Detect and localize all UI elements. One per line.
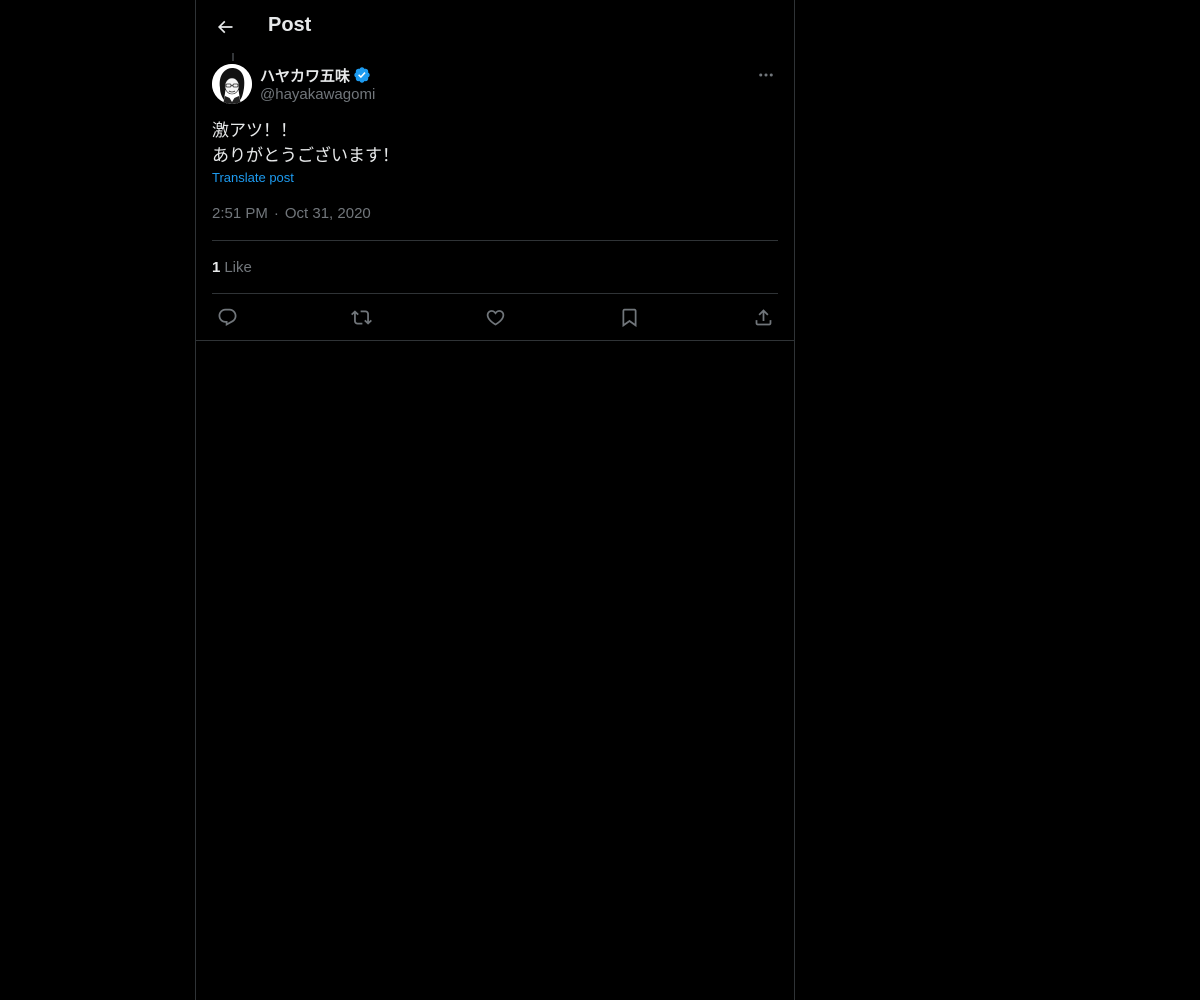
divider [212,240,778,241]
repost-icon [350,309,372,325]
author-display-name[interactable]: ハヤカワ五味 [260,65,350,86]
like-button[interactable] [482,304,508,330]
post-stats[interactable]: 1 Like [212,259,252,276]
avatar[interactable] [212,64,252,104]
page-title: Post [268,14,312,36]
post-header: Post [196,0,794,53]
verified-badge-icon[interactable] [353,66,371,84]
post-actions-bar [212,304,778,330]
likes-label: Like [224,259,252,276]
author-name-row: ハヤカワ五味 [260,64,375,86]
post-bottom-border [196,340,794,341]
back-button[interactable] [208,10,242,44]
post-time: 2:51 PM [212,205,268,222]
author-handle[interactable]: @hayakawagomi [260,86,375,103]
post-timestamp[interactable]: 2:51 PM · Oct 31, 2020 [212,205,371,222]
thread-connector-line [232,53,234,61]
repost-button[interactable] [348,304,374,330]
like-icon [486,309,504,326]
more-options-button[interactable] [754,64,778,86]
primary-column: Post ハヤカワ五味 @hayakawagomi 激アツ！！ ありがとうござい… [195,0,795,1000]
timestamp-separator: · [273,205,279,222]
post-text: 激アツ！！ ありがとうございます！ [212,121,399,165]
post-date: Oct 31, 2020 [284,205,371,222]
more-horizontal-icon [759,73,773,77]
likes-count: 1 [212,259,221,276]
translate-post-link[interactable]: Translate post [212,170,294,185]
post-author: ハヤカワ五味 @hayakawagomi [260,64,375,103]
reply-icon [218,308,236,326]
arrow-left-icon [217,20,233,34]
reply-button[interactable] [214,304,240,330]
avatar-image [212,64,252,104]
divider [212,293,778,294]
bookmark-button[interactable] [616,304,642,330]
share-icon [755,308,771,325]
share-button[interactable] [750,304,776,330]
bookmark-icon [622,308,636,327]
